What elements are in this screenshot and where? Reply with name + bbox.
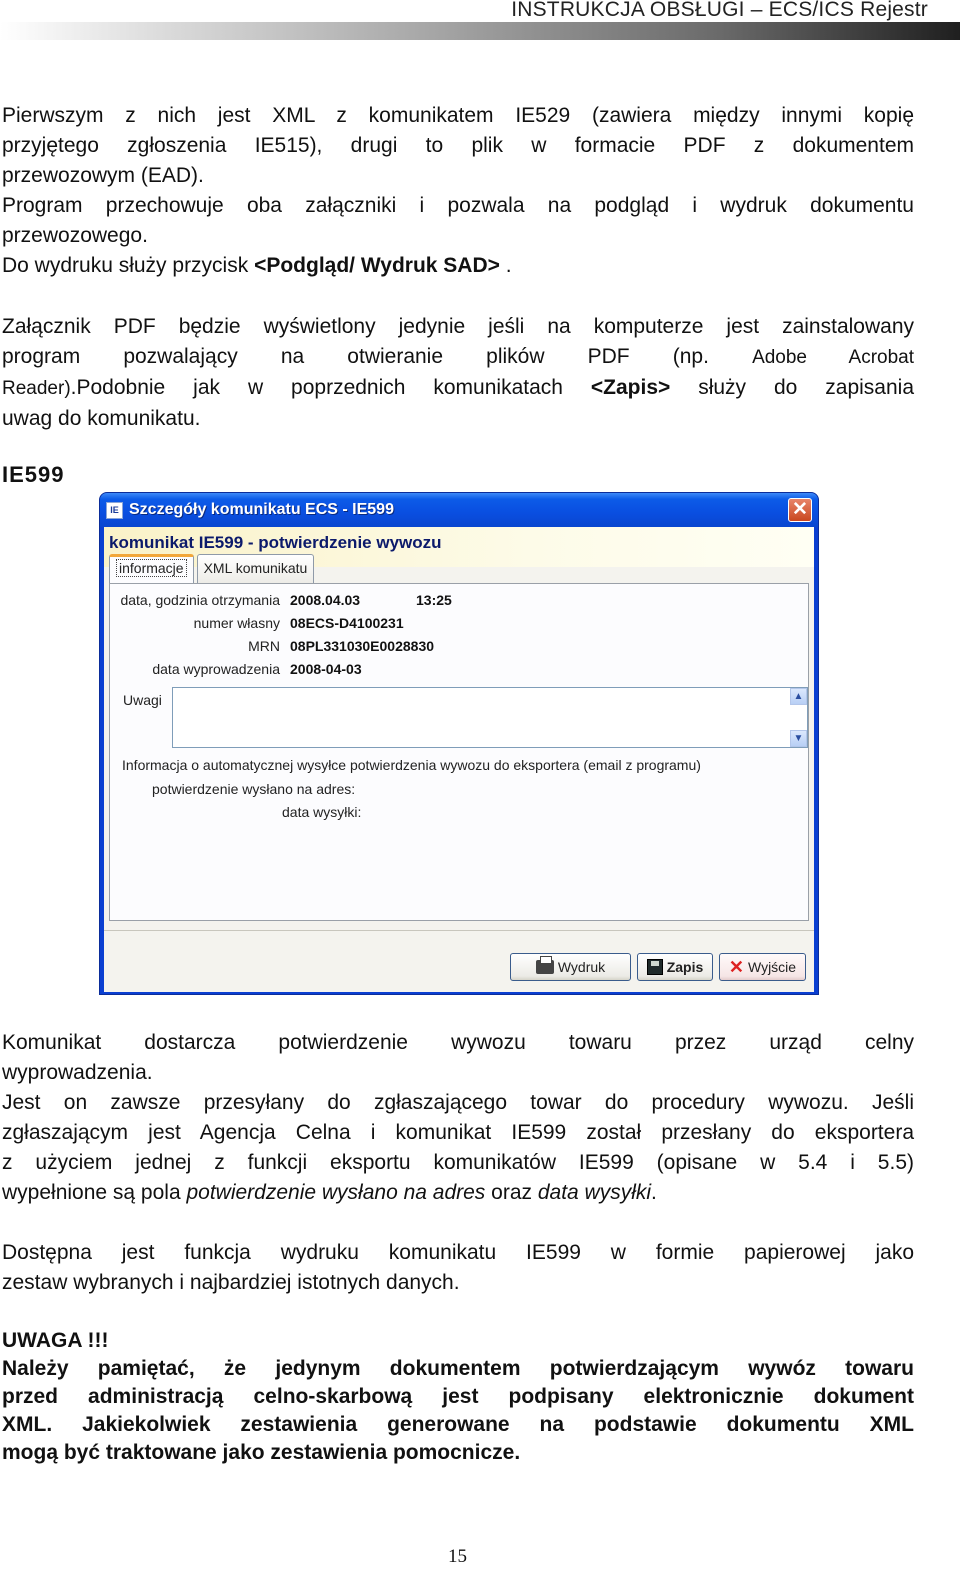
tab-informacje[interactable]: informacje [109, 554, 194, 584]
field-value: 2008.04.03 [290, 592, 361, 608]
dialog-title: Szczegóły komunikatu ECS - IE599 [129, 501, 394, 518]
document-header-title: INSTRUKCJA OBSŁUGI – ECS/ICS Rejestr [511, 0, 928, 21]
text-fragment: służy do zapisania [670, 376, 915, 399]
save-button-reference: <Zapis> [590, 376, 671, 399]
text-line: Załącznik PDF będzie wyświetlony jedynie… [2, 315, 914, 338]
text-fragment: Reader) [2, 378, 71, 399]
auto-send-info: Informacja o automatycznej wysyłce potwi… [122, 757, 701, 773]
text-line: Dostępna jest funkcja wydruku komunikatu… [2, 1241, 914, 1264]
text-line: z użyciem jednej z funkcji eksportu komu… [2, 1151, 914, 1174]
text-fragment: data wysyłki [537, 1181, 652, 1204]
text-fragment: oraz [485, 1181, 538, 1204]
text-line: przyjętego zgłoszenia IE515), drugi to p… [2, 134, 914, 157]
tab-label: XML komunikatu [203, 560, 308, 576]
text-line: wypełnione są pola potwierdzenie wysłano… [2, 1178, 914, 1208]
ie599-description-paragraph: Komunikat dostarcza potwierdzenie wywozu… [2, 1028, 914, 1208]
field-label: data wyprowadzenia [152, 661, 280, 677]
sent-to-label: potwierdzenie wysłano na adres: [152, 781, 356, 797]
text-fragment: .Podobnie jak w poprzednich komunikatach [70, 376, 591, 399]
field-value: 08ECS-D4100231 [290, 615, 404, 631]
text-line: Program przechowuje oba załączniki i poz… [2, 194, 914, 217]
sent-date-label: data wysyłki: [282, 804, 362, 820]
text-line: wyprowadzenia. [2, 1061, 153, 1084]
printer-icon [535, 956, 554, 974]
text-line: zestaw wybranych i najbardziej istotnych… [2, 1271, 460, 1294]
text-line: program pozwalający na otwieranie plików… [2, 342, 914, 373]
text-line: przed administracją celno-skarbową jest … [2, 1385, 914, 1408]
text-line: Do wydruku służy przycisk <Podgląd/ Wydr… [2, 251, 914, 281]
text-line: Komunikat dostarcza potwierdzenie wywozu… [2, 1031, 914, 1054]
info-panel: data, godzinia otrzymania 2008.04.03 13:… [109, 583, 809, 921]
text-fragment: Do wydruku służy przycisk [2, 254, 255, 277]
message-details-dialog: IE Szczegóły komunikatu ECS - IE599 ✕ ko… [99, 492, 819, 995]
text-line: Należy pamiętać, że jedynym dokumentem p… [2, 1357, 914, 1380]
tab-bar: informacje XML komunikatu [109, 554, 317, 584]
text-line: zgłaszającym jest Agencja Celna i komuni… [2, 1121, 914, 1144]
print-function-paragraph: Dostępna jest funkcja wydruku komunikatu… [2, 1238, 914, 1298]
pdf-note-paragraph: Załącznik PDF będzie wyświetlony jedynie… [2, 312, 914, 434]
remarks-textarea[interactable]: ▲ ▼ [172, 687, 808, 748]
text-line: przewozowym (EAD). [2, 164, 204, 187]
text-fragment: wypełnione są pola [2, 1181, 187, 1204]
field-value-time: 13:25 [416, 592, 452, 608]
text-line: XML. Jakiekolwiek zestawienia generowane… [2, 1413, 914, 1436]
intro-paragraph: Pierwszym z nich jest XML z komunikatem … [2, 101, 914, 281]
scroll-down-icon[interactable]: ▼ [790, 730, 807, 747]
field-label: numer własny [193, 615, 280, 631]
text-line: uwag do komunikatu. [2, 407, 201, 430]
page-number: 15 [448, 1546, 467, 1567]
field-value: 2008-04-03 [290, 661, 362, 677]
text-fragment: Adobe Acrobat [752, 347, 914, 368]
floppy-disk-icon [646, 959, 663, 975]
close-icon[interactable]: ✕ [788, 498, 812, 522]
remarks-label: Uwagi [123, 692, 162, 708]
print-button[interactable]: Wydruk [510, 953, 631, 981]
app-icon: IE [106, 501, 123, 519]
tab-label: informacje [116, 559, 187, 577]
exit-button[interactable]: ✕ Wyjście [719, 953, 806, 981]
text-line: przewozowego. [2, 224, 148, 247]
warning-title: UWAGA !!! [2, 1329, 109, 1352]
text-line: mogą być traktowane jako zestawienia pom… [2, 1441, 521, 1464]
scroll-up-icon[interactable]: ▲ [790, 688, 807, 705]
text-line: Jest on zawsze przesyłany do zgłaszające… [2, 1091, 914, 1114]
dialog-body: komunikat IE599 - potwierdzenie wywozu i… [104, 527, 814, 992]
close-x-icon: ✕ [728, 957, 744, 977]
dialog-titlebar[interactable]: IE Szczegóły komunikatu ECS - IE599 ✕ [100, 493, 818, 527]
button-label: Zapis [666, 959, 704, 975]
text-line: Pierwszym z nich jest XML z komunikatem … [2, 104, 914, 127]
field-label: MRN [248, 638, 280, 654]
save-button[interactable]: Zapis [637, 953, 713, 981]
text-fragment: . [651, 1181, 657, 1204]
text-fragment: program pozwalający na otwieranie plików… [2, 345, 709, 368]
print-button-reference: <Podgląd/ Wydruk SAD> [254, 254, 500, 277]
tab-xml-komunikatu[interactable]: XML komunikatu [196, 554, 315, 584]
text-fragment: potwierdzenie wysłano na adres [186, 1181, 486, 1204]
button-separator [104, 930, 814, 931]
section-heading: IE599 [2, 462, 65, 487]
text-fragment: . [499, 254, 512, 277]
button-label: Wyjście [747, 959, 797, 975]
field-value: 08PL331030E0028830 [290, 638, 435, 654]
button-label: Wydruk [557, 959, 606, 975]
field-label: data, godzinia otrzymania [120, 592, 280, 608]
header-gradient-bar [0, 22, 960, 40]
text-line: Reader).Podobnie jak w poprzednich komun… [2, 373, 914, 404]
warning-block: UWAGA !!! Należy pamiętać, że jedynym do… [2, 1327, 914, 1467]
